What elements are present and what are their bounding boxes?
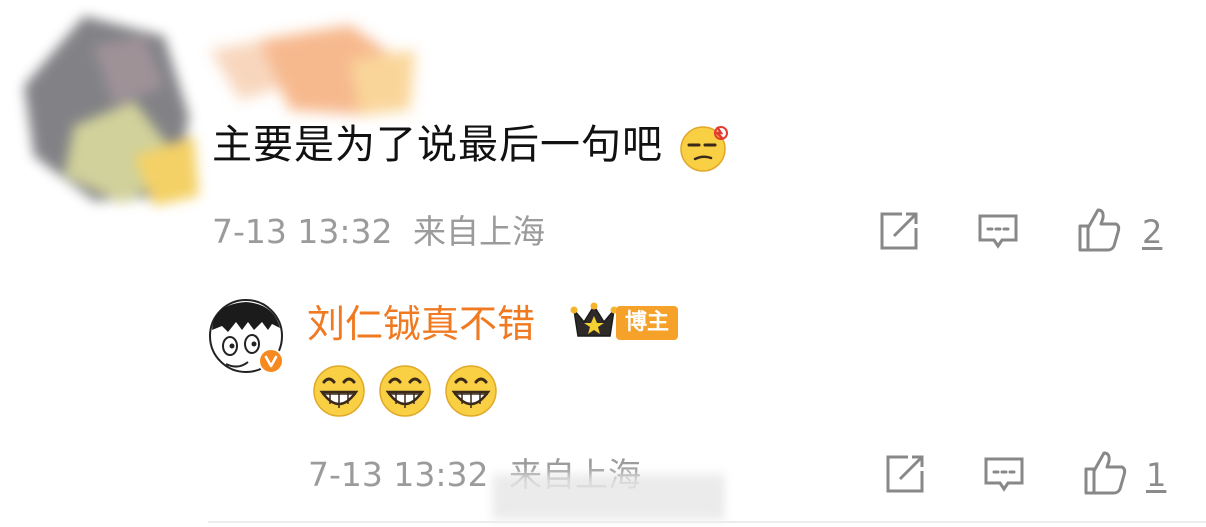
grin-emoji-icon — [313, 365, 365, 417]
reply-emojis — [312, 364, 502, 420]
reply-icon[interactable] — [976, 210, 1020, 254]
like-count[interactable]: 1 — [1146, 455, 1166, 495]
reply-author-name[interactable]: 刘仁铖真不错 — [307, 298, 535, 350]
comment-body: 主要是为了说最后一句吧 — [212, 122, 663, 168]
reply-timestamp: 7-13 13:32 — [308, 455, 489, 494]
share-icon[interactable] — [876, 210, 920, 254]
commenter-name-redacted[interactable] — [200, 20, 420, 120]
comment-timestamp: 7-13 13:32 — [212, 212, 393, 251]
grin-emoji-icon — [445, 365, 497, 417]
share-icon[interactable] — [882, 453, 926, 497]
watermark-redacted — [494, 474, 724, 520]
grin-emoji-icon — [379, 365, 431, 417]
commenter-avatar-redacted[interactable] — [14, 6, 204, 206]
reply-icon[interactable] — [982, 453, 1026, 497]
smirk-emoji-icon — [680, 126, 728, 172]
comment-location: 来自上海 — [413, 212, 545, 251]
divider — [208, 521, 1206, 523]
comment-text: 主要是为了说最后一句吧 — [212, 116, 729, 174]
verified-badge-icon — [258, 348, 284, 374]
like-icon[interactable] — [1082, 449, 1128, 497]
comment-meta: 7-13 13:32 来自上海 — [212, 212, 545, 252]
crown-icon — [570, 302, 618, 337]
like-icon[interactable] — [1076, 206, 1122, 254]
like-count[interactable]: 2 — [1142, 212, 1162, 252]
blogger-badge: 博主 — [616, 306, 678, 340]
